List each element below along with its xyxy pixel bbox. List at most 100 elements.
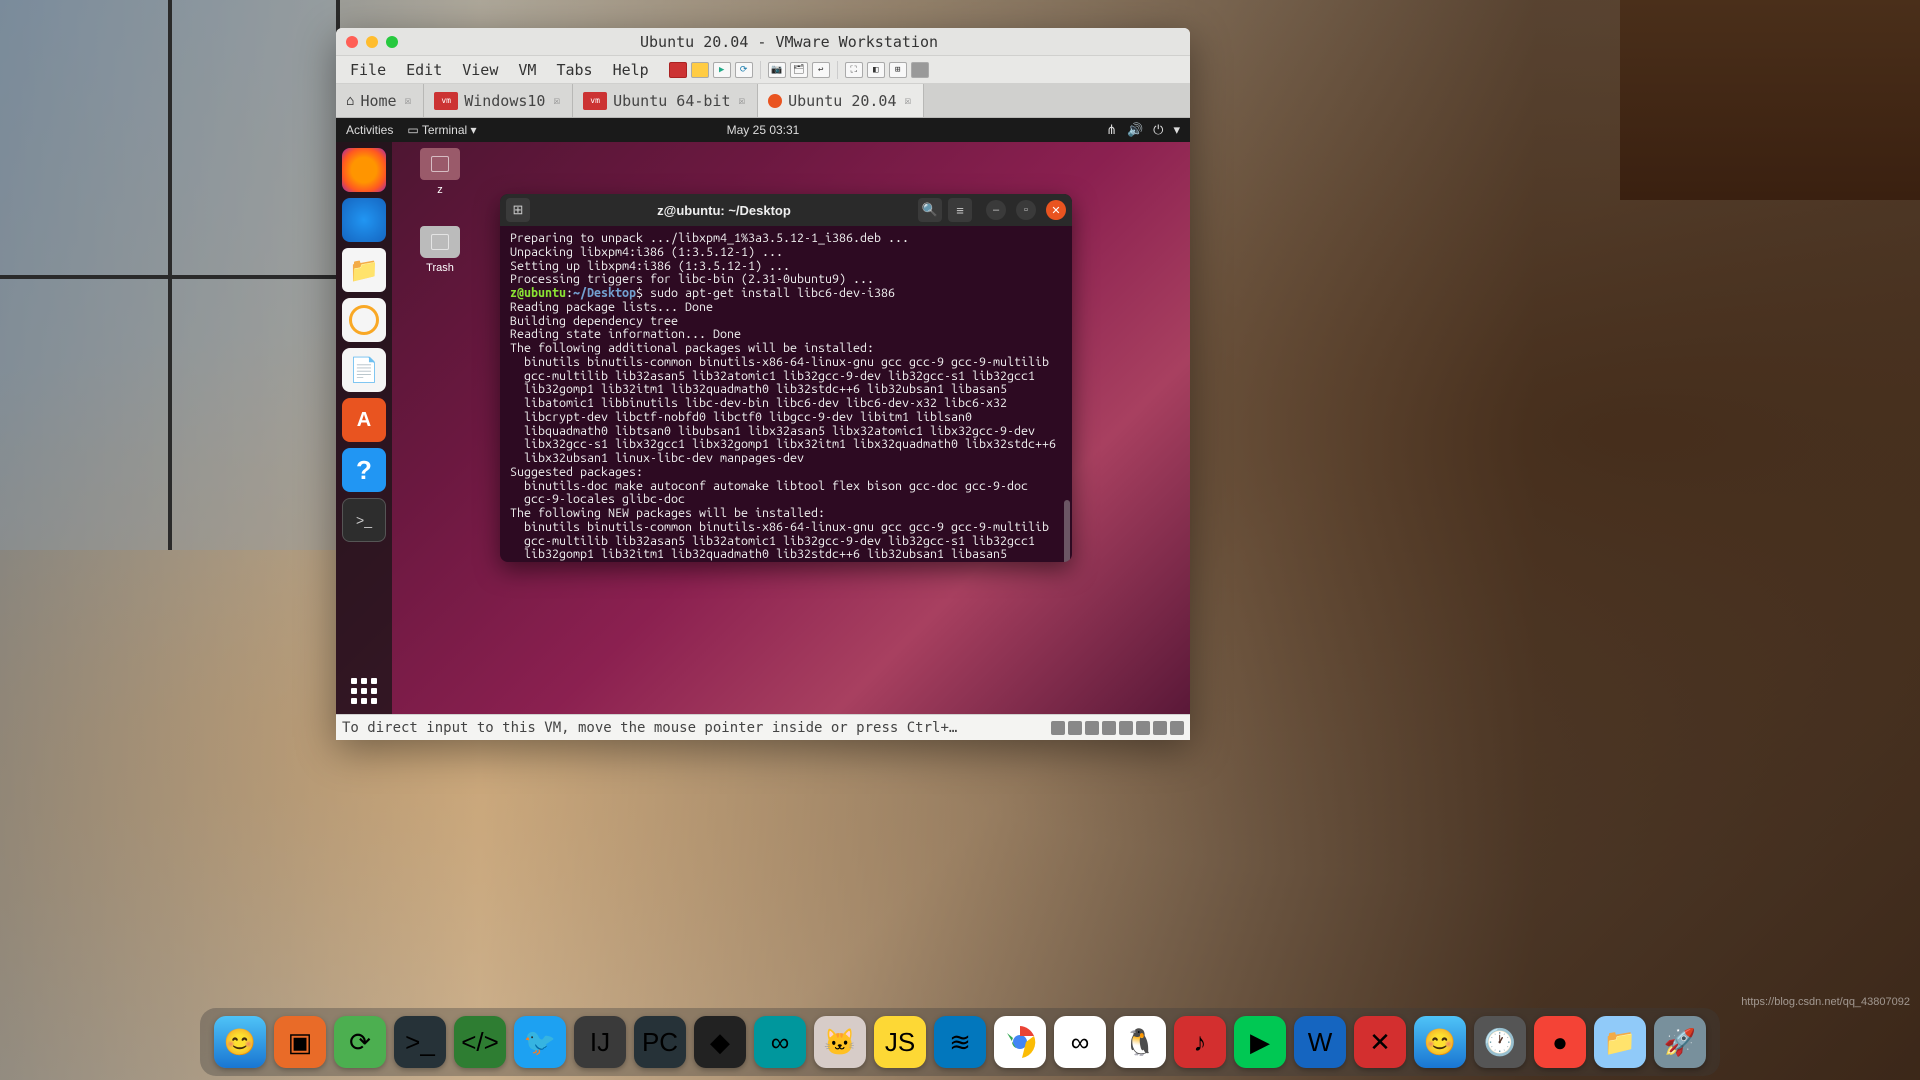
tab-close-icon[interactable]: ☒ <box>551 94 562 107</box>
search-icon[interactable]: 🔍 <box>918 198 942 222</box>
tab-ubuntu64[interactable]: vm Ubuntu 64-bit ☒ <box>573 84 758 117</box>
minimize-icon[interactable]: – <box>986 200 1006 220</box>
show-applications-icon[interactable] <box>351 678 377 704</box>
ubuntu-desktop[interactable]: 📁 📄 ? z Trash ⊞ <box>336 142 1190 714</box>
dock-finder2-icon[interactable]: 😊 <box>1414 1016 1466 1068</box>
unity-icon[interactable]: ◧ <box>867 62 885 78</box>
dock-baidu-cloud-icon[interactable]: ∞ <box>1054 1016 1106 1068</box>
terminal-scrollbar[interactable] <box>1064 230 1070 558</box>
ubuntu-software-icon[interactable] <box>342 398 386 442</box>
terminal-window[interactable]: ⊞ z@ubuntu: ~/Desktop 🔍 ≡ – ▫ ✕ Preparin… <box>500 194 1072 562</box>
tab-close-icon[interactable]: ☒ <box>737 94 748 107</box>
display-icon[interactable] <box>1153 721 1167 735</box>
desktop-trash[interactable]: Trash <box>410 226 470 274</box>
dock-record-icon[interactable]: ● <box>1534 1016 1586 1068</box>
dock-twitter-icon[interactable]: 🐦 <box>514 1016 566 1068</box>
sound-icon[interactable] <box>1119 721 1133 735</box>
terminal-output[interactable]: Preparing to unpack .../libxpm4_1%3a3.5.… <box>500 226 1072 562</box>
tab-home[interactable]: ⌂ Home ☒ <box>336 84 424 117</box>
zoom-icon[interactable] <box>386 36 398 48</box>
snapshot-icon[interactable]: 📷 <box>768 62 786 78</box>
close-icon[interactable] <box>346 36 358 48</box>
suspend-icon[interactable] <box>691 62 709 78</box>
tab-label: Windows10 <box>464 92 545 110</box>
tab-close-icon[interactable]: ☒ <box>903 94 914 107</box>
stretch-icon[interactable]: ⊞ <box>889 62 907 78</box>
power-icon[interactable]: ⏻ <box>1153 122 1163 138</box>
dock-clock-icon[interactable]: 🕐 <box>1474 1016 1526 1068</box>
rhythmbox-icon[interactable] <box>342 298 386 342</box>
scrollbar-thumb[interactable] <box>1064 500 1070 562</box>
menu-view[interactable]: View <box>454 59 506 81</box>
menu-vm[interactable]: VM <box>510 59 544 81</box>
tab-close-icon[interactable]: ☒ <box>403 94 414 107</box>
close-icon[interactable]: ✕ <box>1046 200 1066 220</box>
dock-qq-icon[interactable]: 🐧 <box>1114 1016 1166 1068</box>
vm-device-icons[interactable] <box>1051 721 1184 735</box>
dock-wechat-dev-icon[interactable]: ⟳ <box>334 1016 386 1068</box>
dock-launchpad-icon[interactable]: 🚀 <box>1654 1016 1706 1068</box>
message-icon[interactable] <box>1170 721 1184 735</box>
hamburger-menu-icon[interactable]: ≡ <box>948 198 972 222</box>
new-tab-icon[interactable]: ⊞ <box>506 198 530 222</box>
guest-display[interactable]: Activities ▭ Terminal ▾ May 25 03:31 ⋔ 🔊… <box>336 118 1190 714</box>
menu-tabs[interactable]: Tabs <box>548 59 600 81</box>
dock-wps-icon[interactable]: W <box>1294 1016 1346 1068</box>
dock-ide-green-icon[interactable]: </> <box>454 1016 506 1068</box>
desktop-folder-z[interactable]: z <box>410 148 470 196</box>
volume-icon[interactable]: 🔊 <box>1127 122 1143 138</box>
maximize-icon[interactable]: ▫ <box>1016 200 1036 220</box>
power-off-icon[interactable] <box>669 62 687 78</box>
dock-terminal-dev-icon[interactable]: >_ <box>394 1016 446 1068</box>
restart-icon[interactable]: ⟳ <box>735 62 753 78</box>
dock-netease-icon[interactable]: ♪ <box>1174 1016 1226 1068</box>
help-icon[interactable]: ? <box>342 448 386 492</box>
printer-icon[interactable] <box>1136 721 1150 735</box>
dock-arduino-icon[interactable]: ∞ <box>754 1016 806 1068</box>
fullscreen-icon[interactable]: ⛶ <box>845 62 863 78</box>
dock-iqiyi-icon[interactable]: ▶ <box>1234 1016 1286 1068</box>
tab-ubuntu2004[interactable]: Ubuntu 20.04 ☒ <box>758 84 924 117</box>
dock-unity-icon[interactable]: ◆ <box>694 1016 746 1068</box>
dock-vmware-icon[interactable]: ▣ <box>274 1016 326 1068</box>
terminal-icon[interactable] <box>342 498 386 542</box>
libreoffice-writer-icon[interactable]: 📄 <box>342 348 386 392</box>
thunderbird-icon[interactable] <box>342 198 386 242</box>
window-title: Ubuntu 20.04 - VMware Workstation <box>398 33 1180 51</box>
hdd-icon[interactable] <box>1051 721 1065 735</box>
chevron-down-icon[interactable]: ▾ <box>1173 122 1180 138</box>
dock-finder-icon[interactable]: 😊 <box>214 1016 266 1068</box>
power-on-icon[interactable]: ▶ <box>713 62 731 78</box>
dock-folder-icon[interactable]: 📁 <box>1594 1016 1646 1068</box>
menu-edit[interactable]: Edit <box>398 59 450 81</box>
macos-dock[interactable]: 😊▣⟳>_</>🐦IJPC◆∞🐱JS≋∞🐧♪▶W✕😊🕐●📁🚀 <box>200 1008 1720 1076</box>
clock[interactable]: May 25 03:31 <box>727 123 800 137</box>
usb-icon[interactable] <box>1102 721 1116 735</box>
vmware-menubar: File Edit View VM Tabs Help ▶ ⟳ 📷 🗂 ↩ ⛶ … <box>336 56 1190 84</box>
folder-icon <box>420 148 460 180</box>
app-menu[interactable]: ▭ Terminal ▾ <box>407 123 476 137</box>
firefox-icon[interactable] <box>342 148 386 192</box>
dock-pycharm-icon[interactable]: PC <box>634 1016 686 1068</box>
console-icon[interactable] <box>911 62 929 78</box>
vmware-titlebar[interactable]: Ubuntu 20.04 - VMware Workstation <box>336 28 1190 56</box>
dock-cat-app-icon[interactable]: 🐱 <box>814 1016 866 1068</box>
revert-icon[interactable]: ↩ <box>812 62 830 78</box>
dock-intellij-icon[interactable]: IJ <box>574 1016 626 1068</box>
dock-vscode-icon[interactable]: ≋ <box>934 1016 986 1068</box>
dock-js-app-icon[interactable]: JS <box>874 1016 926 1068</box>
trash-icon <box>420 226 460 258</box>
files-icon[interactable]: 📁 <box>342 248 386 292</box>
tab-windows10[interactable]: vm Windows10 ☒ <box>424 84 573 117</box>
minimize-icon[interactable] <box>366 36 378 48</box>
terminal-titlebar[interactable]: ⊞ z@ubuntu: ~/Desktop 🔍 ≡ – ▫ ✕ <box>500 194 1072 226</box>
menu-file[interactable]: File <box>342 59 394 81</box>
cd-icon[interactable] <box>1068 721 1082 735</box>
network-adapter-icon[interactable] <box>1085 721 1099 735</box>
menu-help[interactable]: Help <box>605 59 657 81</box>
activities-button[interactable]: Activities <box>346 123 393 137</box>
dock-chrome-icon[interactable] <box>994 1016 1046 1068</box>
network-icon[interactable]: ⋔ <box>1106 122 1117 138</box>
snapshot-manager-icon[interactable]: 🗂 <box>790 62 808 78</box>
dock-xmind-icon[interactable]: ✕ <box>1354 1016 1406 1068</box>
